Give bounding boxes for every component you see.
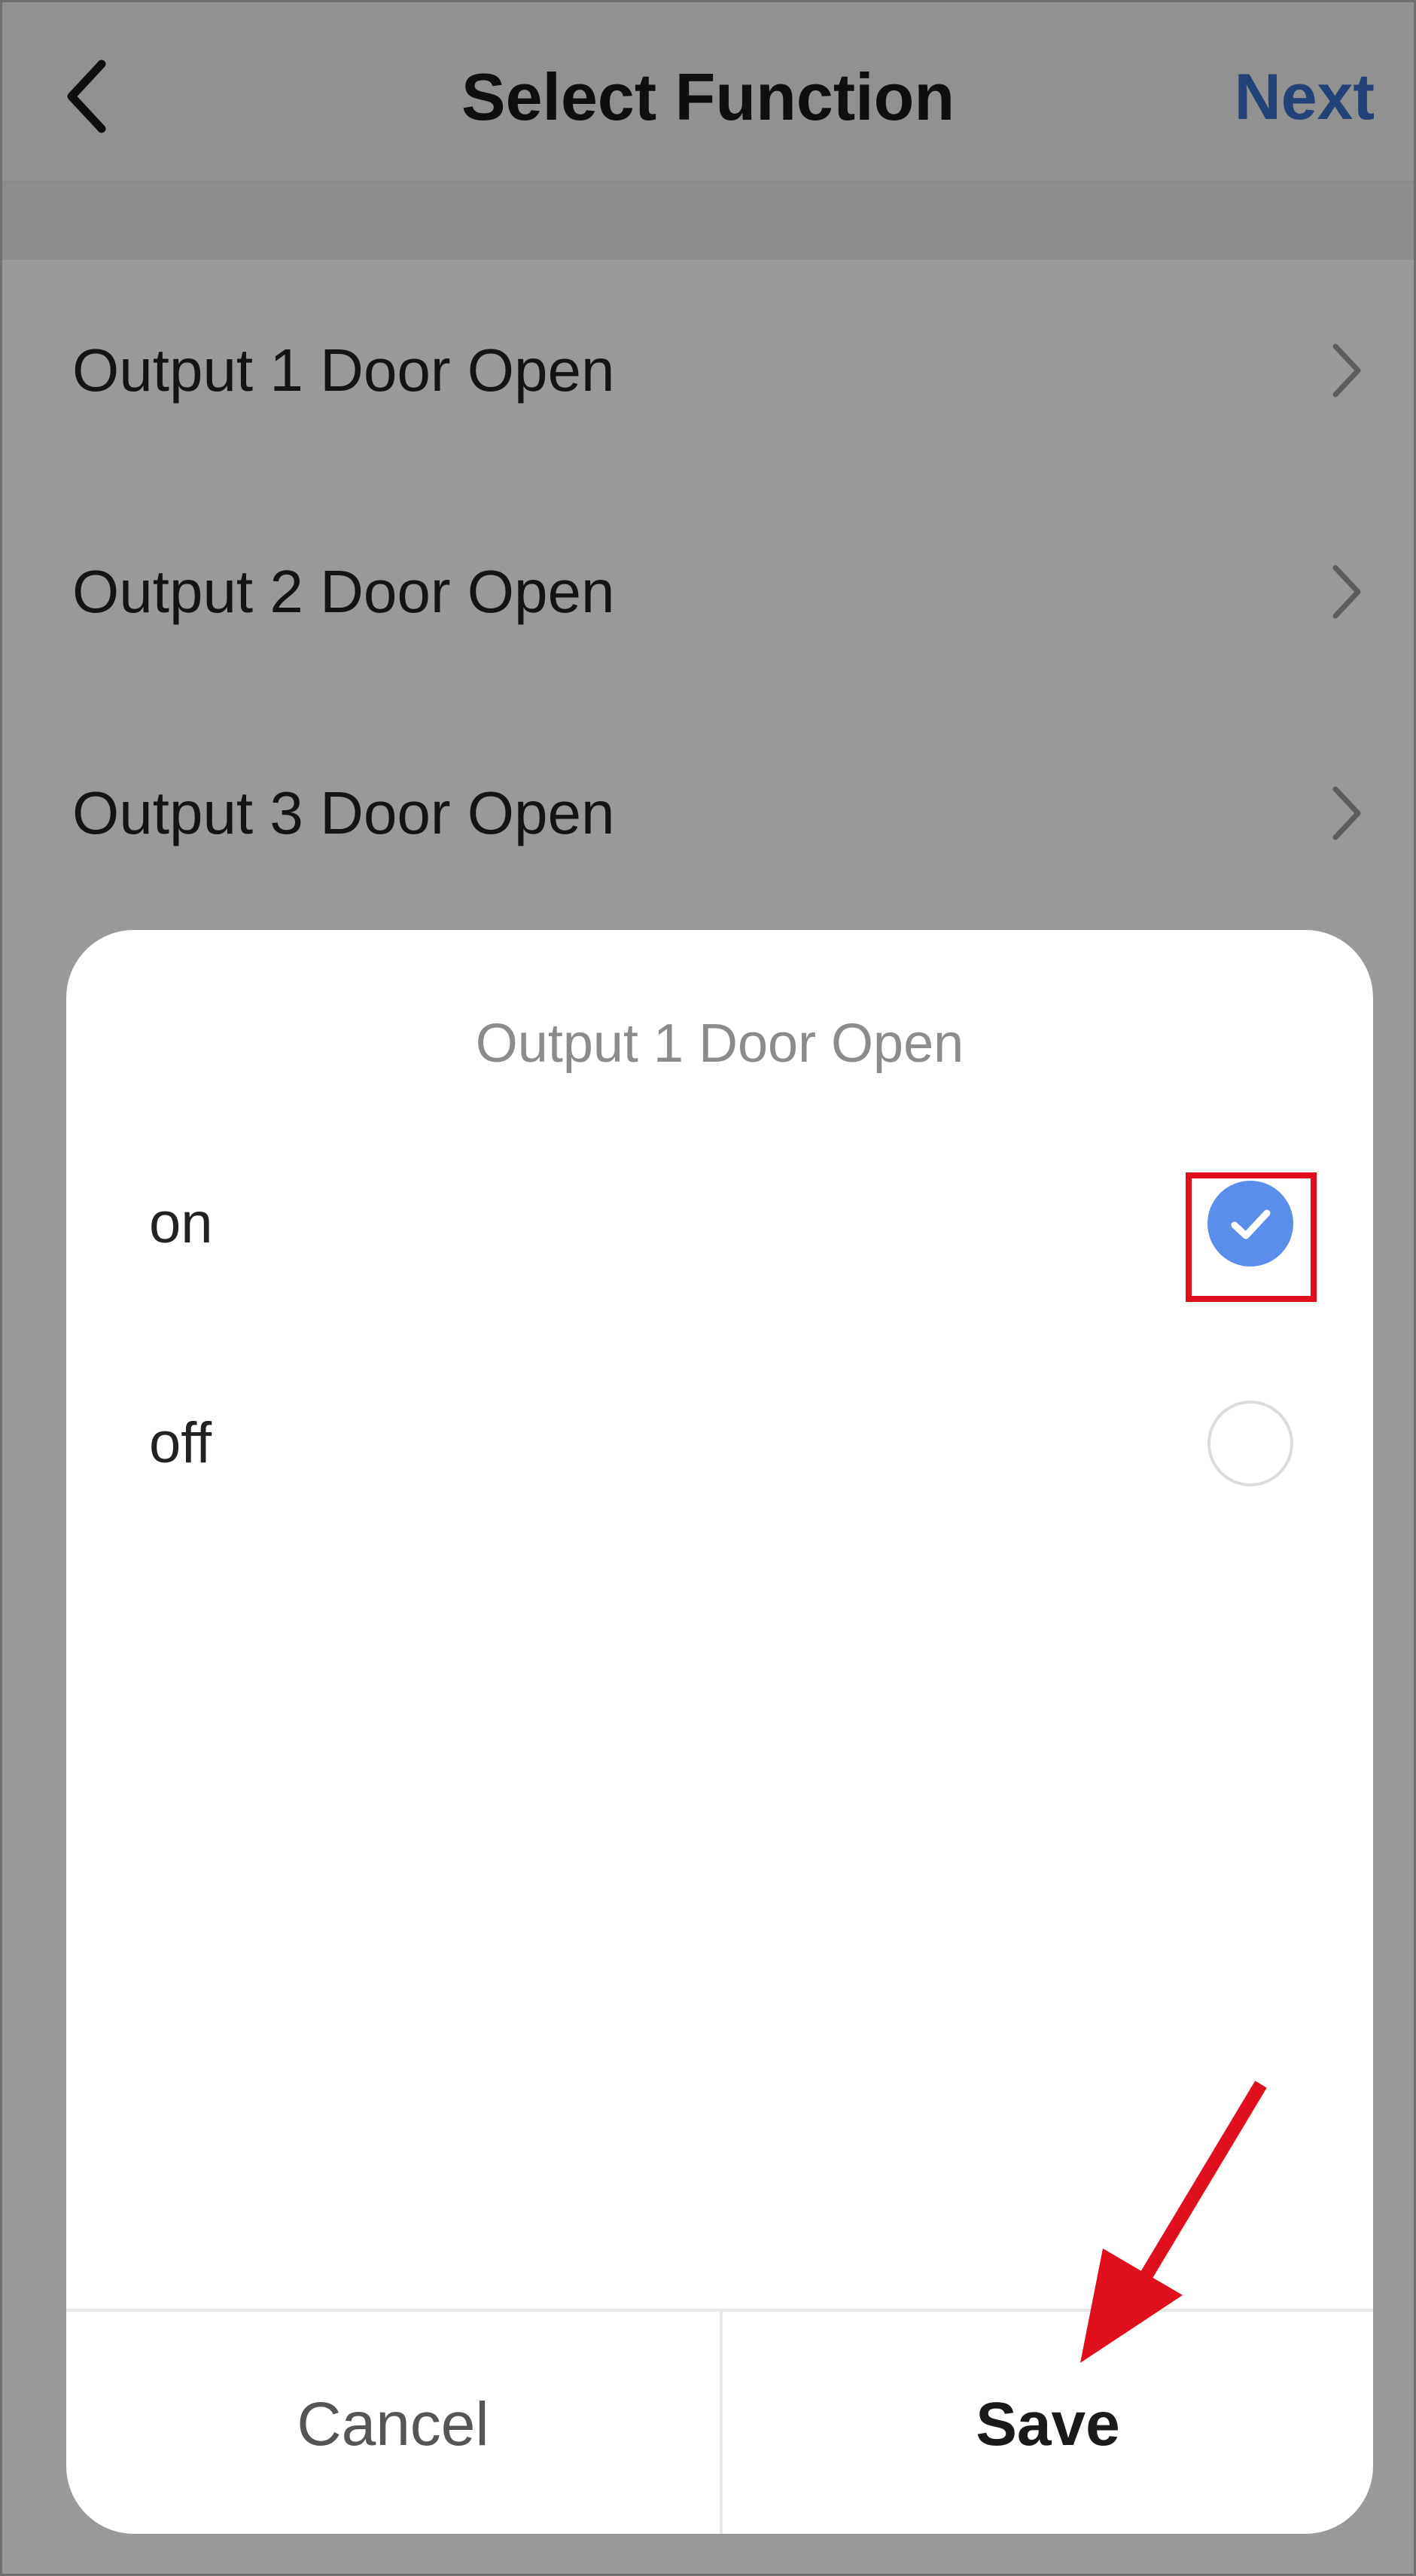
- option-off[interactable]: off: [66, 1334, 1373, 1553]
- option-label: off: [149, 1411, 212, 1475]
- red-arrow-annotation: [1080, 2081, 1267, 2363]
- dialog-title: Output 1 Door Open: [475, 1014, 964, 1074]
- option-label: on: [149, 1191, 213, 1255]
- option-on[interactable]: on: [66, 1114, 1373, 1334]
- radio-unchecked[interactable]: [1207, 1401, 1293, 1486]
- app-frame: Select Function Next Output 1 Door Open …: [0, 0, 1416, 2576]
- cancel-button[interactable]: Cancel: [66, 2312, 720, 2534]
- red-highlight-box: [1186, 1172, 1317, 1302]
